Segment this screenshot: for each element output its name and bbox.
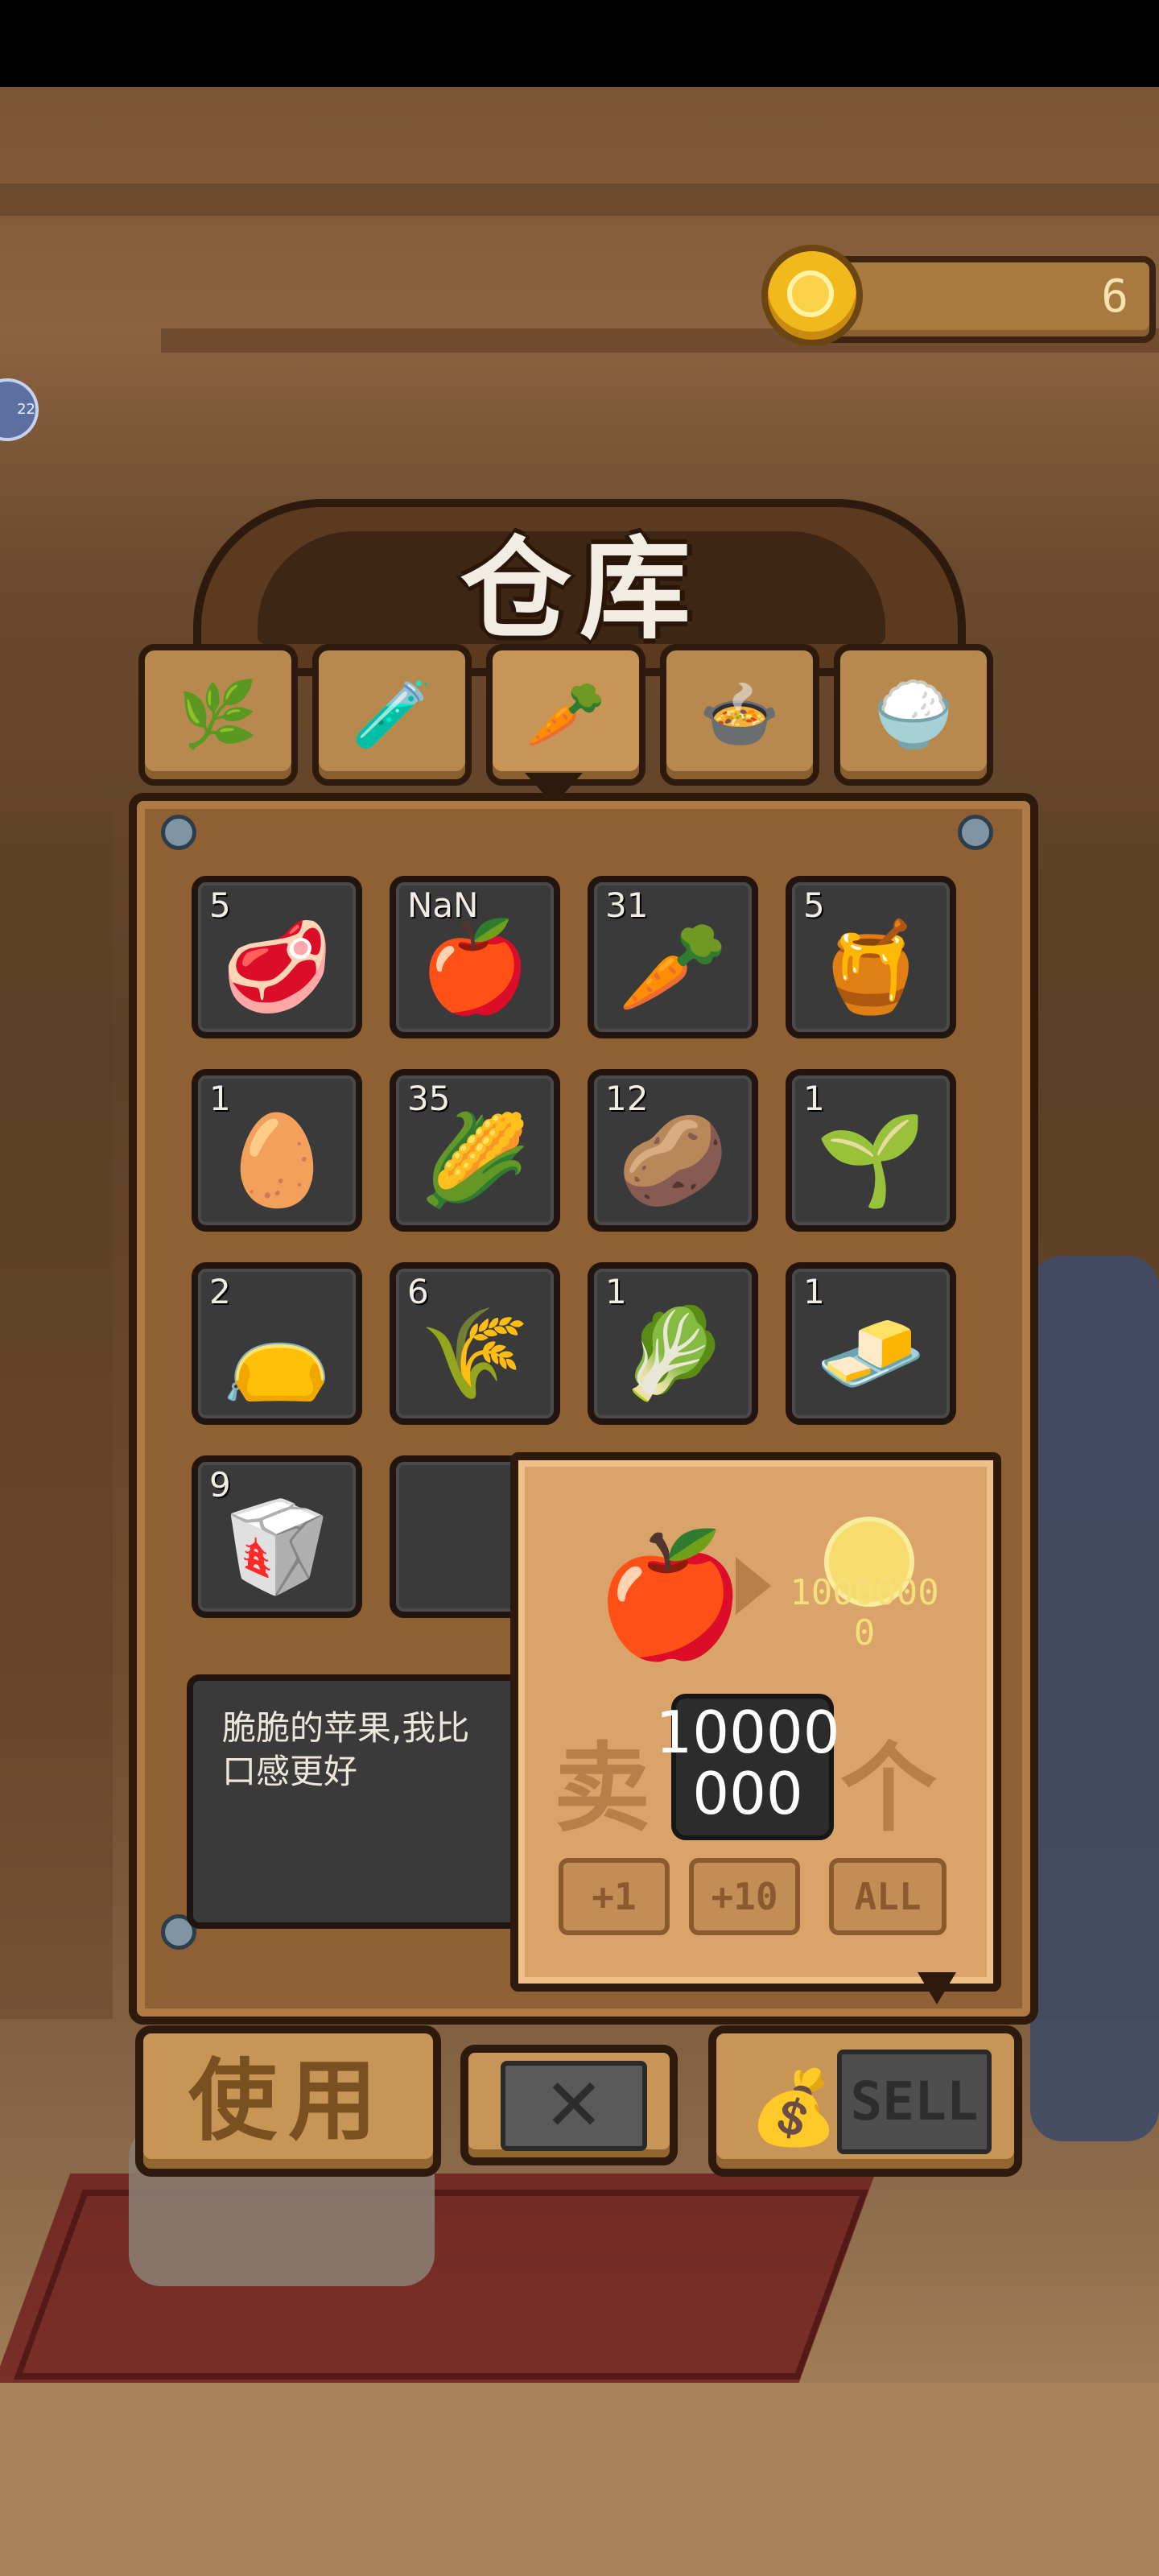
sell-popup: 🍎 10000000 卖 10000000 个 +1 +10 ALL: [510, 1452, 1001, 1992]
inventory-slot-scallion[interactable]: 1 🌱: [786, 1069, 956, 1232]
bolt-icon: [161, 815, 196, 850]
sell-price: 10000000: [790, 1572, 939, 1653]
rice-bowl-icon: 🍚: [873, 677, 954, 752]
money-bag-icon: 💰: [749, 2066, 839, 2150]
inventory-slot-potato[interactable]: 12 🥔: [588, 1069, 758, 1232]
inventory-slot-flour[interactable]: 9 🥡: [192, 1455, 362, 1618]
status-bar: [0, 0, 1159, 87]
meat-icon: 🥩: [221, 915, 332, 1018]
dish-icon: 🍲: [699, 677, 780, 752]
bolt-icon: [958, 815, 993, 850]
inventory-slot-cabbage[interactable]: 1 🥬: [588, 1262, 758, 1425]
npc-character: [1030, 1256, 1159, 2141]
potato-icon: 🥔: [617, 1108, 728, 1212]
inventory-slot-apple[interactable]: NaN 🍎: [390, 876, 560, 1038]
plant-icon: 🌿: [178, 677, 258, 752]
coin-value: 6: [1101, 270, 1128, 323]
egg-icon: 🥚: [221, 1108, 332, 1212]
tofu-icon: 🧈: [815, 1302, 926, 1405]
bag-icon: 👝: [221, 1302, 332, 1405]
tab-ingredients[interactable]: 🥕: [486, 644, 645, 786]
inventory-slot-egg[interactable]: 1 🥚: [192, 1069, 362, 1232]
tab-plants[interactable]: 🌿: [138, 644, 298, 786]
vegetables-icon: 🥕: [526, 677, 606, 752]
coin-icon: [761, 245, 863, 346]
carrot-icon: 🥕: [617, 915, 728, 1018]
page-title: 仓库: [460, 525, 699, 654]
quantity-value[interactable]: 10000000: [647, 1702, 848, 1824]
bottle-icon: 🧪: [352, 677, 432, 752]
flour-bag-icon: 🥡: [221, 1495, 332, 1598]
sell-word-label: 卖: [554, 1733, 650, 1845]
cabbage-icon: 🥬: [617, 1302, 728, 1405]
arrow-right-icon: [736, 1557, 771, 1615]
corn-icon: 🌽: [419, 1108, 530, 1212]
tab-misc[interactable]: 🍚: [834, 644, 993, 786]
popup-tail: [918, 1972, 956, 2004]
close-button[interactable]: ✕: [460, 2045, 678, 2165]
inventory-slot-honey[interactable]: 5 🍯: [786, 876, 956, 1038]
close-icon: ✕: [501, 2061, 647, 2151]
inventory-slot-wheat[interactable]: 6 🌾: [390, 1262, 560, 1425]
inventory-slot-corn[interactable]: 35 🌽: [390, 1069, 560, 1232]
scallion-icon: 🌱: [815, 1108, 926, 1212]
unit-word-label: 个: [840, 1733, 937, 1845]
tab-dishes[interactable]: 🍲: [660, 644, 819, 786]
floor: [0, 2383, 1159, 2576]
apple-icon: 🍎: [419, 915, 530, 1018]
tab-seeds[interactable]: 🧪: [312, 644, 472, 786]
honey-icon: 🍯: [815, 915, 926, 1018]
inventory-slot-carrot[interactable]: 31 🥕: [588, 876, 758, 1038]
plus-one-button[interactable]: +1: [559, 1858, 670, 1935]
plus-ten-button[interactable]: +10: [689, 1858, 800, 1935]
inventory-slot-tofu[interactable]: 1 🧈: [786, 1262, 956, 1425]
sell-label: SELL: [837, 2050, 992, 2154]
apple-icon: 🍎: [595, 1525, 745, 1666]
inventory-slot-meat[interactable]: 5 🥩: [192, 876, 362, 1038]
sell-all-button[interactable]: ALL: [829, 1858, 947, 1935]
wheat-icon: 🌾: [419, 1302, 530, 1405]
sell-button[interactable]: 💰 SELL: [708, 2025, 1022, 2177]
inventory-slot-spice-bag[interactable]: 2 👝: [192, 1262, 362, 1425]
use-button[interactable]: 使用: [135, 2025, 441, 2177]
